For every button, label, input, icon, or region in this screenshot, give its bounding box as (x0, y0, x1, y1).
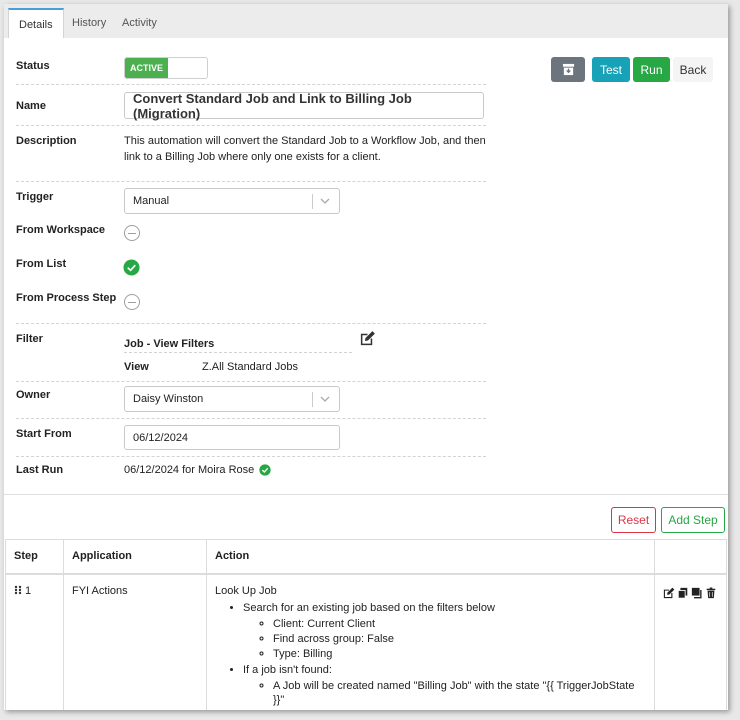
name-input[interactable]: Convert Standard Job and Link to Billing… (124, 91, 484, 121)
step-number: 1 (25, 584, 32, 597)
last-run-label: Last Run (16, 464, 64, 476)
table-header-row: Step Application Action (5, 539, 727, 575)
select-separator (312, 194, 313, 209)
owner-label: Owner (16, 389, 51, 401)
reset-button[interactable]: Reset (611, 507, 656, 533)
trigger-select[interactable]: Manual (124, 188, 340, 214)
start-from-label: Start From (16, 428, 72, 440)
filter-view-value: Z.All Standard Jobs (202, 361, 298, 373)
archive-icon (562, 63, 574, 76)
tab-activity[interactable]: Activity (112, 8, 167, 38)
owner-value: Daisy Winston (133, 393, 204, 405)
tools-cell (654, 573, 727, 710)
divider (16, 381, 486, 382)
from-list-check-icon[interactable] (123, 259, 140, 276)
status-toggle-on: ACTIVE (125, 58, 168, 78)
from-process-step-toggle[interactable] (124, 294, 140, 310)
last-run-check-icon (259, 464, 271, 476)
select-separator (312, 392, 313, 407)
trash-icon[interactable] (705, 587, 717, 599)
last-run-value: 06/12/2024 for Moira Rose (124, 464, 255, 476)
action-list: Search for an existing job based on the … (215, 601, 646, 707)
drag-handle-icon[interactable] (14, 585, 22, 595)
action-bullet-1-text: Search for an existing job based on the … (243, 601, 495, 614)
step-cell: 1 (5, 573, 64, 710)
add-step-button[interactable]: Add Step (661, 507, 725, 533)
list-item: Client: Current Client (273, 617, 646, 631)
description-line-1: This automation will convert the Standar… (124, 135, 486, 147)
edit-icon[interactable] (359, 330, 376, 347)
name-label: Name (16, 100, 46, 112)
archive-button[interactable] (551, 57, 585, 82)
header-step: Step (5, 539, 64, 575)
description-label: Description (16, 135, 77, 147)
action-title: Look Up Job (215, 584, 277, 597)
from-workspace-label: From Workspace (16, 224, 106, 236)
chevron-down-icon (320, 198, 330, 204)
description-line-2: link to a Billing Job where only one exi… (124, 151, 381, 163)
steps-table: Step Application Action 1 FYI Actions Lo… (5, 539, 727, 710)
row-tools (663, 587, 718, 599)
divider (16, 181, 486, 182)
tab-details[interactable]: Details (8, 8, 64, 38)
tab-history[interactable]: History (62, 8, 116, 38)
from-workspace-toggle[interactable] (124, 225, 140, 241)
divider (16, 418, 486, 419)
filter-label: Filter (16, 333, 43, 345)
divider (16, 456, 486, 457)
start-from-input[interactable]: 06/12/2024 (124, 425, 340, 450)
divider (16, 323, 486, 324)
list-item: Type: Billing (273, 647, 646, 661)
edit-step-icon[interactable] (663, 587, 675, 599)
table-row: 1 FYI Actions Look Up Job Search for an … (5, 573, 727, 710)
test-button[interactable]: Test (592, 57, 630, 82)
header-application: Application (63, 539, 207, 575)
header-tools (654, 539, 727, 575)
status-toggle[interactable]: ACTIVE (124, 57, 208, 79)
action-sublist-2: A Job will be created named "Billing Job… (243, 679, 646, 707)
application-cell: FYI Actions (63, 573, 207, 710)
divider (16, 84, 486, 85)
filter-title: Job - View Filters (124, 338, 352, 353)
section-divider (4, 494, 728, 495)
action-sublist-1: Client: Current Client Find across group… (243, 617, 646, 661)
owner-select[interactable]: Daisy Winston (124, 386, 340, 412)
action-bullet-2: If a job isn't found: A Job will be crea… (243, 663, 646, 707)
list-item: A Job will be created named "Billing Job… (273, 679, 646, 707)
tab-bar: Details History Activity (4, 4, 728, 38)
divider (16, 125, 486, 126)
filter-view-label: View (124, 361, 149, 373)
automation-window: Details History Activity Status ACTIVE T… (4, 4, 728, 710)
trigger-label: Trigger (16, 191, 54, 203)
header-action: Action (206, 539, 655, 575)
duplicate-icon[interactable] (691, 587, 703, 599)
from-process-step-label: From Process Step (16, 292, 117, 304)
run-button[interactable]: Run (633, 57, 670, 82)
action-cell: Look Up Job Search for an existing job b… (206, 573, 655, 710)
copy-icon[interactable] (677, 587, 689, 599)
list-item: Find across group: False (273, 632, 646, 646)
trigger-value: Manual (133, 195, 170, 207)
from-list-label: From List (16, 258, 67, 270)
status-label: Status (16, 60, 50, 72)
chevron-down-icon (320, 396, 330, 402)
back-button[interactable]: Back (673, 57, 713, 82)
action-bullet-2-text: If a job isn't found: (243, 663, 332, 676)
action-bullet-1: Search for an existing job based on the … (243, 601, 646, 661)
